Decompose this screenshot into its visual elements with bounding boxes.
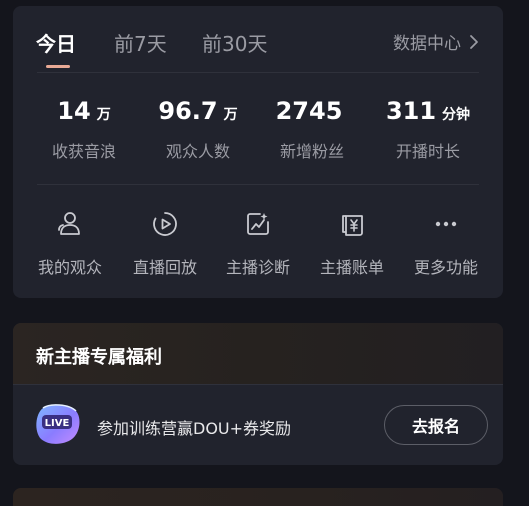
stat-stream-duration[interactable]: 311 分钟 开播时长 xyxy=(367,94,489,162)
diagnosis-chart-icon xyxy=(247,213,269,235)
welfare-title: 新主播专属福利 xyxy=(36,347,162,368)
replay-icon xyxy=(153,212,177,236)
action-more[interactable]: 更多功能 xyxy=(398,210,494,278)
signup-button[interactable]: 去报名 xyxy=(384,405,488,445)
tabs-divider xyxy=(37,72,479,73)
live-badge-text: LIVE xyxy=(45,418,70,429)
users-icon xyxy=(58,212,80,235)
time-range-tabs: 今日 前7天 前30天 数据中心 xyxy=(13,6,503,72)
action-diagnosis[interactable]: 主播诊断 xyxy=(210,210,306,278)
action-bill[interactable]: 主播账单 xyxy=(304,210,400,278)
stat-value: 311 xyxy=(385,97,437,125)
action-replay[interactable]: 直播回放 xyxy=(117,210,213,278)
action-label: 更多功能 xyxy=(413,258,478,277)
action-my-audience[interactable]: 我的观众 xyxy=(22,210,118,278)
tab-7-days[interactable]: 前7天 xyxy=(114,28,167,57)
stat-label: 观众人数 xyxy=(165,142,230,161)
stat-unit: 万 xyxy=(223,107,238,123)
stat-audio-waves[interactable]: 14 万 收获音浪 xyxy=(23,94,145,162)
data-center-label: 数据中心 xyxy=(393,34,461,54)
action-label: 主播账单 xyxy=(319,258,384,277)
bill-icon xyxy=(342,215,363,236)
next-card-peek xyxy=(13,488,503,506)
stat-new-fans[interactable]: 2745 新增粉丝 xyxy=(251,94,373,162)
welfare-divider xyxy=(13,384,503,385)
action-label: 直播回放 xyxy=(132,258,197,277)
stat-unit: 万 xyxy=(96,107,111,123)
stat-label: 开播时长 xyxy=(395,142,460,161)
tab-today[interactable]: 今日 xyxy=(36,28,76,57)
more-icon xyxy=(435,221,457,227)
live-badge-icon: LIVE xyxy=(36,404,80,444)
action-label: 我的观众 xyxy=(37,258,102,277)
stat-value: 14 xyxy=(57,97,91,125)
welfare-header: 新主播专属福利 xyxy=(13,323,503,384)
stats-divider xyxy=(37,184,479,185)
welfare-card: 新主播专属福利 LIVE 参加训练营赢DOU+券奖励 去报名 xyxy=(13,323,503,465)
stat-label: 收获音浪 xyxy=(51,142,116,161)
stat-unit: 分钟 xyxy=(442,107,471,123)
tab-30-days[interactable]: 前30天 xyxy=(202,28,267,57)
stats-card: 今日 前7天 前30天 数据中心 14 万 收获音浪 96.7 万 观众人数 274… xyxy=(13,6,503,298)
stat-value: 2745 xyxy=(275,97,343,125)
chevron-right-icon xyxy=(470,34,478,49)
stat-label: 新增粉丝 xyxy=(279,142,344,161)
action-label: 主播诊断 xyxy=(225,258,290,277)
data-center-link[interactable]: 数据中心 xyxy=(393,29,479,54)
active-tab-indicator xyxy=(46,65,70,68)
welfare-description: 参加训练营赢DOU+券奖励 xyxy=(97,419,292,438)
stat-value: 96.7 xyxy=(158,97,218,125)
stat-viewers[interactable]: 96.7 万 观众人数 xyxy=(137,94,259,162)
